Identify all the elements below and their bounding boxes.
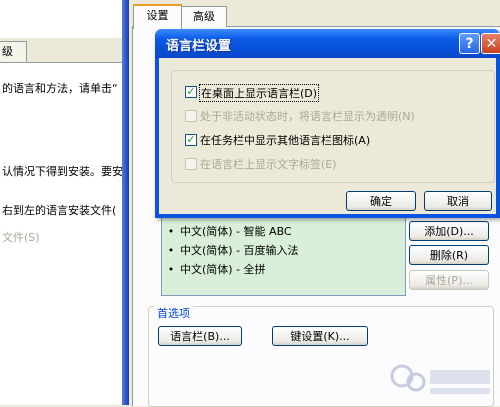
close-button[interactable]: ✕ — [481, 33, 500, 54]
text-labels-label[interactable]: 在语言栏上显示文字标签(E) — [200, 156, 337, 172]
preferences-legend: 首选项 — [154, 305, 193, 321]
show-on-desktop-label[interactable]: 在桌面上显示语言栏(D) — [199, 84, 320, 102]
window-border — [122, 0, 129, 405]
list-item[interactable]: • 中文(简体) - 智能 ABC — [162, 223, 402, 239]
bullet-icon: • — [167, 244, 175, 257]
left-text-line-3: 右到左的语言安装文件( — [2, 204, 117, 217]
key-settings-button[interactable]: 键设置(K)... — [272, 326, 368, 346]
bullet-icon: • — [167, 263, 175, 276]
left-text-line-2: 认情况下得到安装。要安 — [2, 165, 123, 178]
taskbar-icons-label[interactable]: 在任务栏中显示其他语言栏图标(A) — [200, 132, 370, 148]
ok-button[interactable]: 确定 — [346, 191, 416, 211]
tab-settings[interactable]: 设置 — [133, 4, 182, 29]
left-tab[interactable]: 级 — [0, 41, 27, 62]
installed-services-list[interactable]: • 中文(简体) - 智能 ABC • 中文(简体) - 百度输入法 • 中文(简体)… — [161, 208, 406, 296]
add-button[interactable]: 添加(D)... — [409, 221, 489, 241]
transparent-when-inactive-label[interactable]: 处于非活动状态时，将语言栏显示为透明(N) — [200, 108, 415, 124]
left-text-line-1: 的语言和方法，请单击“ — [2, 82, 118, 95]
left-text-line-4: 文件(S) — [2, 231, 40, 244]
language-bar-button[interactable]: 语言栏(B)... — [158, 326, 242, 346]
properties-button[interactable]: 属性(P)... — [409, 270, 489, 290]
help-button[interactable]: ? — [459, 33, 480, 54]
dialog-title: 语言栏设置 — [166, 39, 232, 54]
cancel-button[interactable]: 取消 — [424, 191, 492, 211]
tab-advanced[interactable]: 高级 — [181, 6, 227, 27]
list-item[interactable]: • 中文(简体) - 全拼 — [162, 261, 402, 277]
text-labels-checkbox[interactable] — [185, 158, 197, 170]
bullet-icon: • — [167, 225, 175, 238]
taskbar-icons-checkbox[interactable]: ✓ — [185, 134, 197, 146]
list-item[interactable]: • 中文(简体) - 百度输入法 — [162, 242, 402, 258]
remove-button[interactable]: 删除(R) — [409, 245, 489, 265]
watermark-logo — [390, 364, 490, 394]
show-on-desktop-checkbox[interactable]: ✓ — [185, 86, 197, 98]
transparent-when-inactive-checkbox[interactable] — [185, 110, 197, 122]
